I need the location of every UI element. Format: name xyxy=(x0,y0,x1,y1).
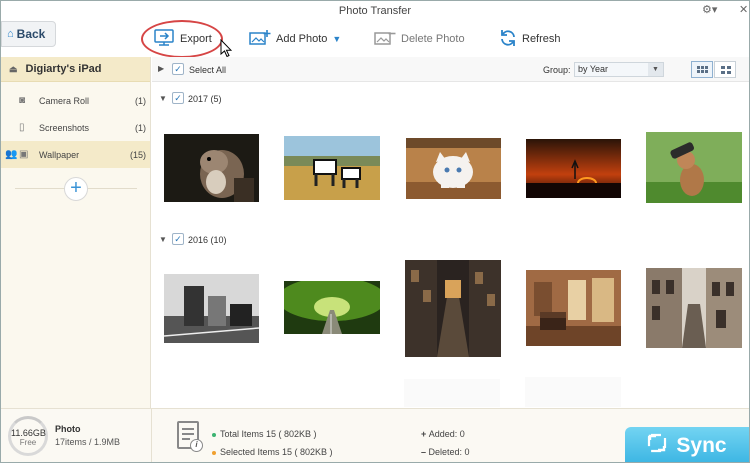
title-bar: Photo Transfer ⚙▾ ✕ xyxy=(1,1,749,21)
photo-thumbnail[interactable] xyxy=(406,138,501,199)
photo-summary-count: 17items / 1.9MB xyxy=(55,437,121,447)
expand-triangle-icon[interactable]: ▶ xyxy=(158,64,164,73)
sidebar-item-label: Camera Roll xyxy=(39,95,90,106)
device-header[interactable]: ⏏ Digiarty's iPad xyxy=(1,57,150,82)
refresh-button[interactable]: Refresh xyxy=(499,23,561,55)
sidebar-item-screenshots[interactable]: ▯ Screenshots (1) xyxy=(1,114,150,141)
add-photo-label: Add Photo xyxy=(276,33,328,45)
storage-gauge: 11.66GB Free xyxy=(8,416,48,456)
sidebar-item-count: (1) xyxy=(135,122,146,133)
photo-thumbnail[interactable] xyxy=(646,132,742,203)
storage-free-label: Free xyxy=(19,438,37,447)
collapse-triangle-icon[interactable]: ▼ xyxy=(159,94,167,103)
photo-thumbnail[interactable] xyxy=(164,134,259,202)
group-label-2017: 2017 (5) xyxy=(188,94,222,104)
photo-thumbnail[interactable] xyxy=(526,139,621,198)
storage-size: 11.66GB xyxy=(11,428,46,438)
delete-photo-icon xyxy=(374,29,396,50)
camera-icon: ◙ xyxy=(19,95,26,106)
image-icon: ▣ xyxy=(19,149,29,160)
photo-thumbnail[interactable] xyxy=(526,270,621,346)
added-text: Added: 0 xyxy=(428,429,465,439)
deleted-text: Deleted: 0 xyxy=(428,447,470,457)
photo-thumbnail-partial xyxy=(525,377,621,407)
group-label-2016: 2016 (10) xyxy=(188,235,227,245)
status-footer: 11.66GB Free Photo 17items / 1.9MB i Tot… xyxy=(1,408,749,462)
add-album-button[interactable]: + xyxy=(64,177,88,201)
collapse-triangle-icon[interactable]: ▼ xyxy=(159,235,167,244)
sidebar-item-count: (15) xyxy=(129,149,146,160)
photo-thumbnail[interactable] xyxy=(284,136,380,200)
photo-thumbnail[interactable] xyxy=(164,274,259,343)
group-checkbox[interactable]: ✓ xyxy=(172,92,184,104)
person-icon: 👥 xyxy=(5,149,18,160)
home-icon: ⌂ xyxy=(7,28,14,40)
refresh-icon xyxy=(499,29,517,50)
selected-items-text: Selected Items 15 ( 802KB ) xyxy=(220,447,333,457)
total-items-text: Total Items 15 ( 802KB ) xyxy=(220,429,317,439)
group-checkbox[interactable]: ✓ xyxy=(172,233,184,245)
photo-thumbnail[interactable] xyxy=(284,281,380,334)
group-select[interactable]: by Year ▼ xyxy=(574,62,664,77)
select-all-label: Select All xyxy=(189,65,227,75)
sync-button[interactable]: Sync xyxy=(625,427,749,462)
add-photo-button[interactable]: Add Photo ▼ xyxy=(249,23,341,55)
added-stat: + Added: 0 xyxy=(421,429,465,439)
deleted-stat: – Deleted: 0 xyxy=(421,447,470,457)
photo-transfer-window: Photo Transfer ⚙▾ ✕ ⌂ Back Export Add Ph… xyxy=(0,0,750,463)
delete-photo-label: Delete Photo xyxy=(401,33,465,45)
footer-divider xyxy=(151,409,152,462)
sidebar-item-wallpaper[interactable]: 👥 ▣ Wallpaper (15) xyxy=(1,141,150,168)
phone-icon: ▯ xyxy=(19,122,25,133)
chevron-down-icon: ▼ xyxy=(648,63,663,76)
back-button[interactable]: ⌂ Back xyxy=(1,21,56,47)
sidebar-item-label: Screenshots xyxy=(39,122,90,133)
refresh-label: Refresh xyxy=(522,33,561,45)
window-title: Photo Transfer xyxy=(338,5,412,17)
minus-icon: – xyxy=(421,447,429,457)
grid-view-button[interactable] xyxy=(691,61,713,78)
add-photo-icon xyxy=(249,29,271,50)
plus-icon: + xyxy=(421,429,429,439)
photo-thumbnail[interactable] xyxy=(646,268,742,348)
delete-photo-button[interactable]: Delete Photo xyxy=(374,23,465,55)
back-label: Back xyxy=(16,27,46,41)
device-name: Digiarty's iPad xyxy=(25,63,102,75)
sync-icon xyxy=(647,433,667,459)
photo-thumbnail[interactable] xyxy=(405,260,501,357)
sidebar-item-count: (1) xyxy=(135,95,146,106)
sync-label: Sync xyxy=(676,433,727,457)
group-label: Group: xyxy=(543,65,571,75)
sidebar-item-camera-roll[interactable]: ◙ Camera Roll (1) xyxy=(1,87,150,114)
large-grid-view-button[interactable] xyxy=(714,61,736,78)
select-all-checkbox[interactable]: ✓ xyxy=(172,63,184,75)
photo-thumbnail-partial xyxy=(404,379,500,407)
sidebar: ⏏ Digiarty's iPad ◙ Camera Roll (1) ▯ Sc… xyxy=(1,57,151,408)
selection-bar: ▶ ✓ Select All Group: by Year ▼ xyxy=(152,57,749,82)
dropdown-arrow-icon[interactable]: ▼ xyxy=(332,34,341,44)
eject-icon: ⏏ xyxy=(9,63,18,74)
export-highlight-ring xyxy=(141,20,223,58)
settings-icon[interactable]: ⚙▾ xyxy=(702,3,717,16)
photo-summary-title: Photo xyxy=(55,424,81,434)
sidebar-item-label: Wallpaper xyxy=(39,149,80,160)
group-select-value: by Year xyxy=(578,64,609,74)
total-items-stat: Total Items 15 ( 802KB ) xyxy=(212,429,317,439)
close-icon[interactable]: ✕ xyxy=(739,3,748,16)
toolbar: ⌂ Back Export Add Photo ▼ Delete Photo R… xyxy=(1,20,749,58)
photo-grid-area: ▶ ✓ Select All Group: by Year ▼ ▼ ✓ 2017… xyxy=(152,57,749,408)
document-info-icon: i xyxy=(177,421,203,452)
selected-items-stat: Selected Items 15 ( 802KB ) xyxy=(212,447,333,457)
